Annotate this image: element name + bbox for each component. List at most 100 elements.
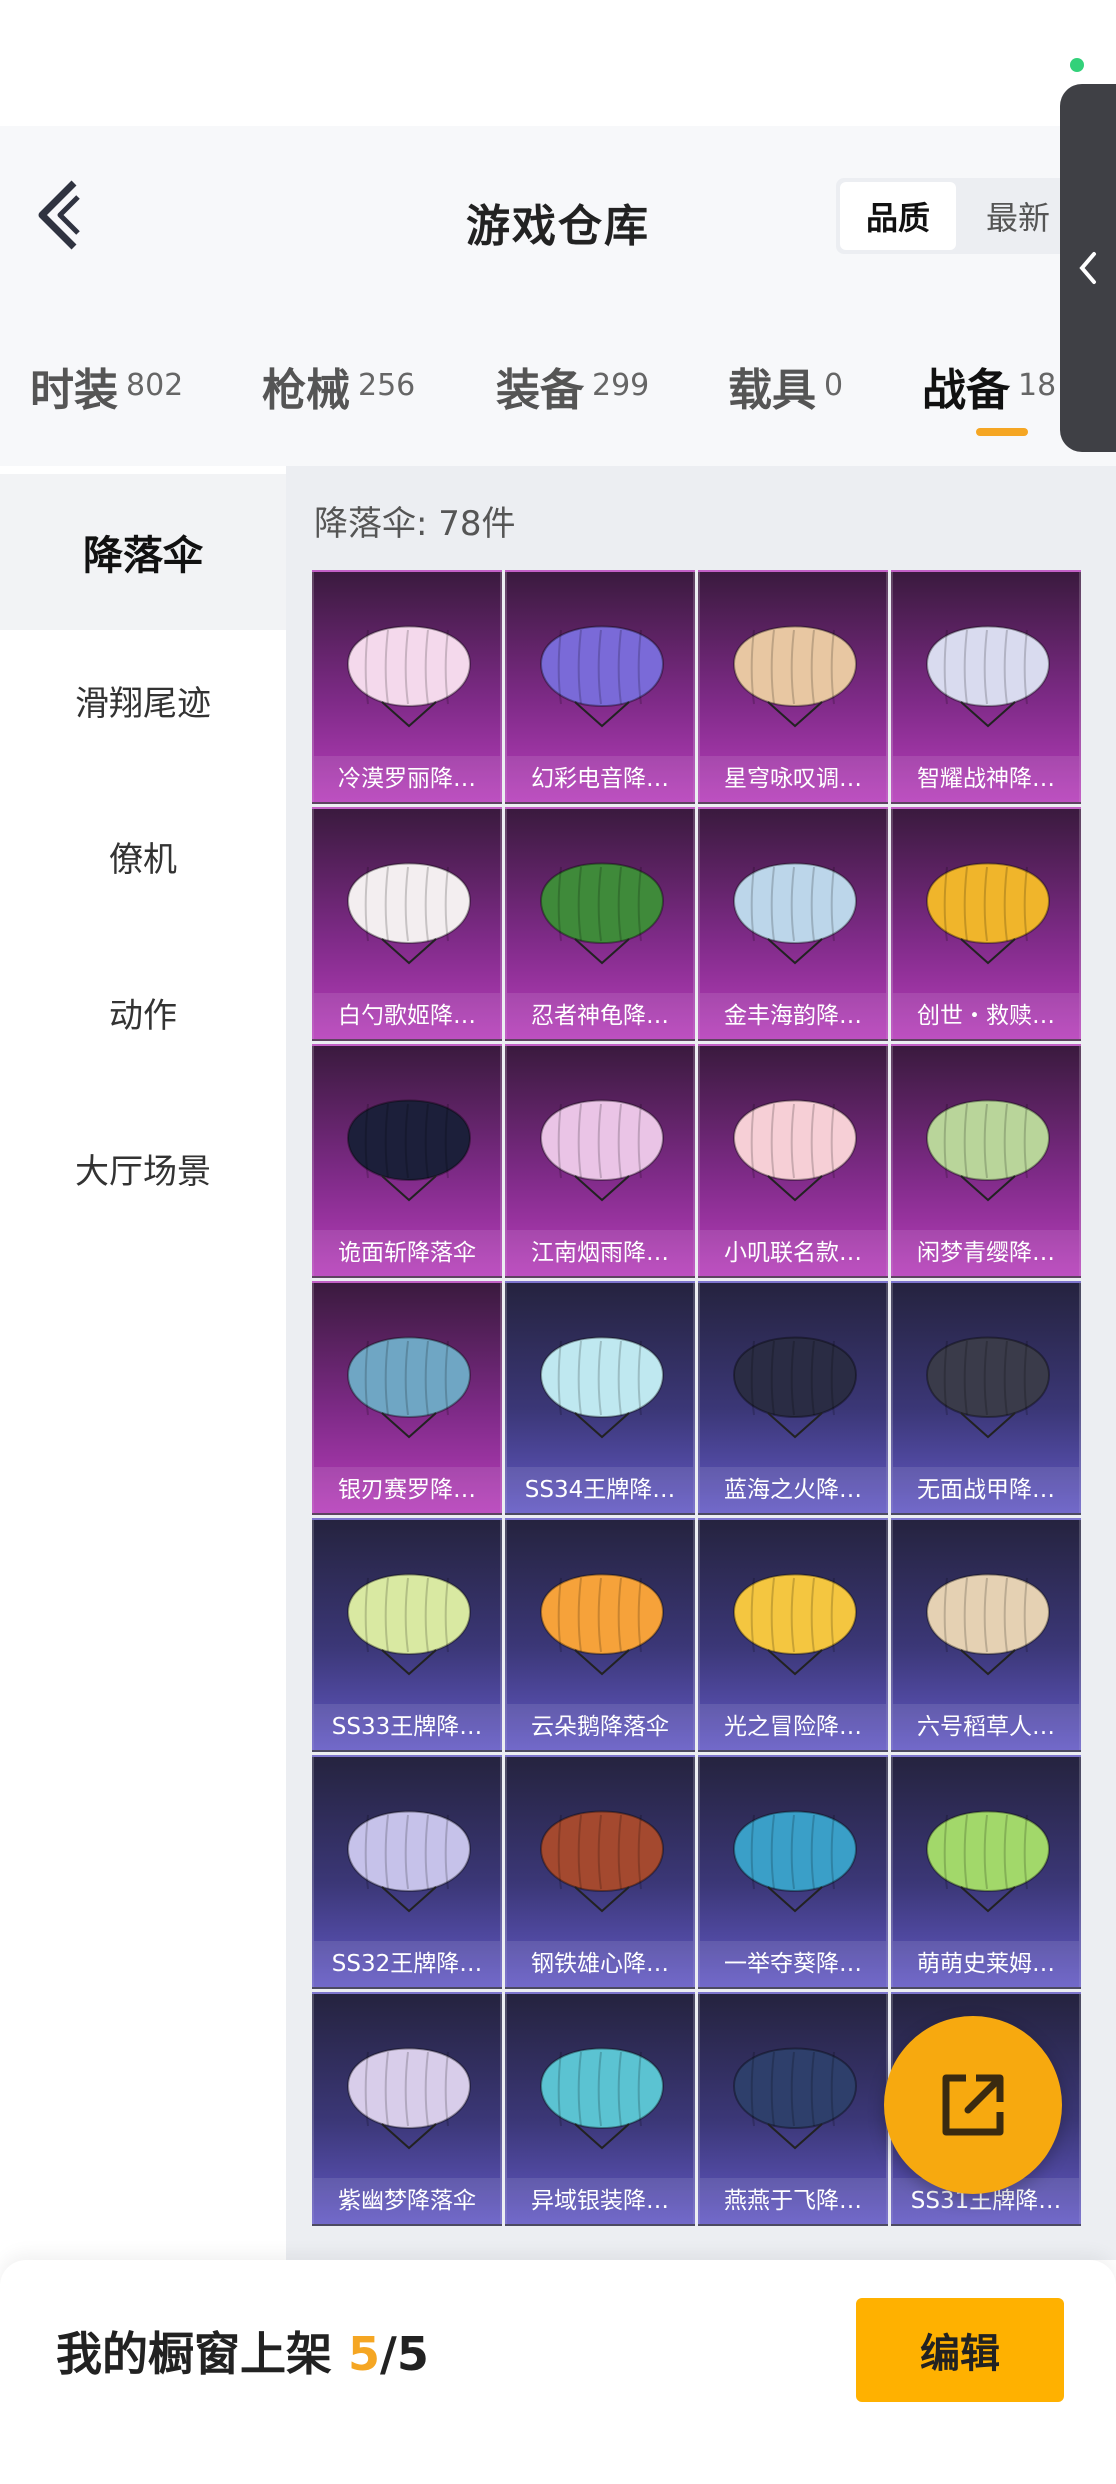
parachute-item-card[interactable]: 云朵鹅降落伞: [505, 1518, 695, 1752]
sidebar-item-glide-trail[interactable]: 滑翔尾迹: [0, 622, 286, 778]
parachute-item-name: 无面战甲降…: [893, 1467, 1079, 1513]
parachute-item-name: 银刃赛罗降…: [314, 1467, 500, 1513]
external-link-icon: [942, 2074, 1004, 2136]
parachute-item-card[interactable]: SS32王牌降…: [312, 1755, 502, 1989]
tab-weapons[interactable]: 枪械 256: [262, 354, 415, 418]
parachute-item-name: 诡面斩降落伞: [314, 1230, 500, 1276]
parachute-icon: [539, 2047, 665, 2150]
parachute-icon: [732, 862, 858, 965]
parachute-icon: [346, 1810, 472, 1913]
parachute-icon: [925, 1810, 1051, 1913]
showcase-status: 我的橱窗上架 5/5: [56, 2318, 429, 2384]
parachute-icon: [539, 1810, 665, 1913]
tab-count: 299: [592, 368, 650, 403]
parachute-item-card[interactable]: SS34王牌降…: [505, 1281, 695, 1515]
tab-battle-gear[interactable]: 战备 18: [922, 354, 1056, 418]
share-fab-button[interactable]: [884, 2016, 1062, 2194]
parachute-item-card[interactable]: 一举夺葵降…: [698, 1755, 888, 1989]
parachute-item-card[interactable]: 无面战甲降…: [891, 1281, 1081, 1515]
parachute-item-name: 白勺歌姬降…: [314, 993, 500, 1039]
edit-button[interactable]: 编辑: [856, 2298, 1064, 2402]
parachute-item-card[interactable]: 江南烟雨降…: [505, 1044, 695, 1278]
sort-option-newest[interactable]: 最新: [960, 178, 1076, 254]
showcase-total-count: /5: [380, 2327, 429, 2381]
tab-vehicles[interactable]: 载具 0: [728, 354, 843, 418]
tab-equipment[interactable]: 装备 299: [496, 354, 649, 418]
parachute-item-name: 一举夺葵降…: [700, 1941, 886, 1987]
parachute-item-card[interactable]: 金丰海韵降…: [698, 807, 888, 1041]
parachute-item-name: 星穹咏叹调…: [700, 756, 886, 802]
parachute-item-card[interactable]: SS33王牌降…: [312, 1518, 502, 1752]
parachute-item-name: 钢铁雄心降…: [507, 1941, 693, 1987]
parachute-icon: [346, 625, 472, 728]
parachute-item-card[interactable]: 六号稻草人…: [891, 1518, 1081, 1752]
parachute-icon: [539, 1573, 665, 1676]
parachute-icon: [732, 1573, 858, 1676]
parachute-item-name: 蓝海之火降…: [700, 1467, 886, 1513]
parachute-item-card[interactable]: 小叽联名款…: [698, 1044, 888, 1278]
parachute-item-name: 冷漠罗丽降…: [314, 756, 500, 802]
active-tab-indicator: [976, 428, 1028, 436]
parachute-item-name: 燕燕于飞降…: [700, 2178, 886, 2224]
status-indicator-dot: [1070, 58, 1084, 72]
parachute-item-card[interactable]: 银刃赛罗降…: [312, 1281, 502, 1515]
tab-label: 枪械: [262, 365, 350, 416]
item-content-area: 降落伞: 78件 冷漠罗丽降… 幻彩电音降… 星穹咏叹调… 智耀战神降… 白勺歌姬降… 忍…: [286, 466, 1116, 2260]
parachute-icon: [925, 1336, 1051, 1439]
sidebar-item-emote[interactable]: 动作: [0, 934, 286, 1090]
category-tabs: 时装 802 枪械 256 装备 299 载具 0 战备 18: [0, 340, 1060, 450]
parachute-icon: [925, 1099, 1051, 1202]
parachute-item-card[interactable]: 忍者神龟降…: [505, 807, 695, 1041]
parachute-icon: [346, 862, 472, 965]
parachute-icon: [925, 1573, 1051, 1676]
sidebar-item-lobby-scene[interactable]: 大厅场景: [0, 1090, 286, 1246]
parachute-item-card[interactable]: 燕燕于飞降…: [698, 1992, 888, 2226]
parachute-item-name: SS32王牌降…: [314, 1941, 500, 1987]
parachute-item-card[interactable]: 幻彩电音降…: [505, 570, 695, 804]
tab-label: 装备: [496, 365, 584, 416]
chevron-left-icon: [1079, 252, 1096, 284]
sort-option-quality[interactable]: 品质: [840, 182, 956, 250]
parachute-icon: [539, 1099, 665, 1202]
parachute-item-card[interactable]: 钢铁雄心降…: [505, 1755, 695, 1989]
sidebar-item-wingman[interactable]: 僚机: [0, 778, 286, 934]
parachute-item-name: 智耀战神降…: [893, 756, 1079, 802]
parachute-item-card[interactable]: 智耀战神降…: [891, 570, 1081, 804]
tab-count: 256: [358, 368, 416, 403]
parachute-item-name: 异域银装降…: [507, 2178, 693, 2224]
sidebar: 降落伞 滑翔尾迹 僚机 动作 大厅场景: [0, 466, 286, 2260]
sort-toggle[interactable]: 品质 最新: [836, 178, 1076, 254]
side-drawer-handle[interactable]: [1060, 84, 1116, 452]
tab-label: 战备: [922, 365, 1010, 416]
parachute-item-card[interactable]: 诡面斩降落伞: [312, 1044, 502, 1278]
parachute-item-card[interactable]: 星穹咏叹调…: [698, 570, 888, 804]
parachute-item-name: SS33王牌降…: [314, 1704, 500, 1750]
parachute-item-card[interactable]: 异域银装降…: [505, 1992, 695, 2226]
parachute-item-name: 六号稻草人…: [893, 1704, 1079, 1750]
parachute-item-name: 云朵鹅降落伞: [507, 1704, 693, 1750]
parachute-item-card[interactable]: 光之冒险降…: [698, 1518, 888, 1752]
parachute-icon: [732, 2047, 858, 2150]
tab-count: 802: [126, 368, 184, 403]
parachute-item-name: 江南烟雨降…: [507, 1230, 693, 1276]
parachute-item-card[interactable]: 白勺歌姬降…: [312, 807, 502, 1041]
item-count-label: 降落伞: 78件: [314, 504, 516, 544]
parachute-item-name: 忍者神龟降…: [507, 993, 693, 1039]
parachute-item-card[interactable]: 紫幽梦降落伞: [312, 1992, 502, 2226]
parachute-item-name: SS34王牌降…: [507, 1467, 693, 1513]
parachute-item-card[interactable]: 冷漠罗丽降…: [312, 570, 502, 804]
parachute-icon: [925, 862, 1051, 965]
parachute-item-name: 创世・救赎…: [893, 993, 1079, 1039]
tab-count: 0: [824, 368, 844, 403]
parachute-item-name: 金丰海韵降…: [700, 993, 886, 1039]
tab-fashion[interactable]: 时装 802: [30, 354, 183, 418]
tab-label: 载具: [728, 365, 816, 416]
parachute-item-name: 光之冒险降…: [700, 1704, 886, 1750]
sidebar-item-parachute[interactable]: 降落伞: [0, 474, 286, 630]
parachute-item-card[interactable]: 创世・救赎…: [891, 807, 1081, 1041]
parachute-item-card[interactable]: 闲梦青缨降…: [891, 1044, 1081, 1278]
tab-label: 时装: [30, 365, 118, 416]
parachute-item-card[interactable]: 萌萌史莱姆…: [891, 1755, 1081, 1989]
parachute-item-card[interactable]: 蓝海之火降…: [698, 1281, 888, 1515]
parachute-item-name: 萌萌史莱姆…: [893, 1941, 1079, 1987]
